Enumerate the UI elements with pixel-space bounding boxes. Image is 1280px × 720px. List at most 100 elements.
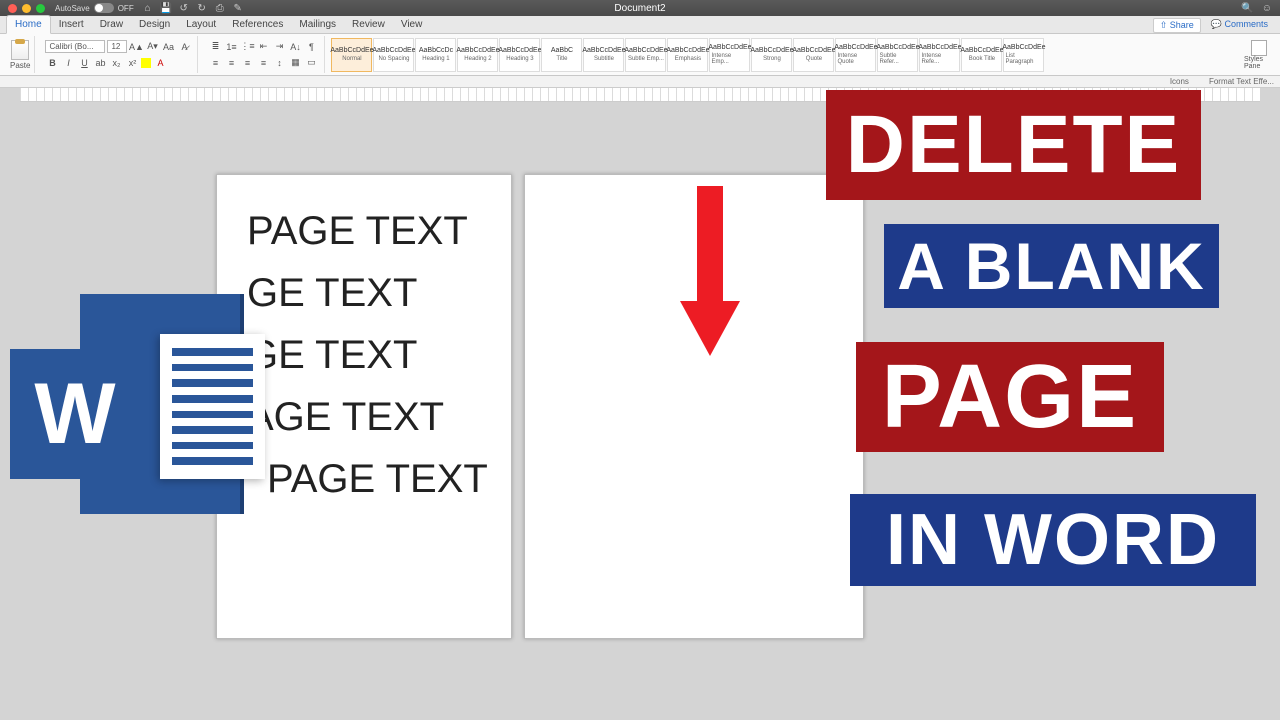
print-icon[interactable]: ⎙: [214, 2, 226, 14]
context-format[interactable]: Format Text Effe...: [1209, 77, 1274, 86]
show-marks-icon[interactable]: ¶: [304, 40, 318, 54]
help-icon[interactable]: ☺: [1262, 3, 1272, 14]
italic-button[interactable]: I: [61, 56, 75, 70]
justify-icon[interactable]: ≡: [256, 56, 270, 70]
brush-icon[interactable]: ✎: [232, 2, 244, 14]
page-1-content: PAGE TEXTGE TEXTGE TEXTAGE TEXTPAGE TEXT: [247, 205, 491, 505]
align-right-icon[interactable]: ≡: [240, 56, 254, 70]
word-logo-w-panel: W: [10, 349, 140, 479]
highlight-button[interactable]: [141, 58, 151, 68]
style-quote[interactable]: AaBbCcDdEeQuote: [793, 38, 834, 72]
font-size-select[interactable]: 12: [107, 40, 127, 53]
font-group: Calibri (Bo... 12 A▲ A▾ Aa A̷ B I U ab x…: [39, 36, 198, 73]
bullets-icon[interactable]: ≣: [208, 40, 222, 54]
tab-home[interactable]: Home: [6, 15, 51, 34]
autosave-toggle[interactable]: AutoSave OFF: [55, 3, 134, 13]
red-down-arrow-icon: [680, 186, 740, 366]
close-window-button[interactable]: [8, 4, 17, 13]
style-no-spacing[interactable]: AaBbCcDdEeNo Spacing: [373, 38, 414, 72]
tab-layout[interactable]: Layout: [178, 16, 224, 33]
paste-label: Paste: [10, 61, 30, 70]
toggle-switch-icon[interactable]: [94, 3, 114, 13]
shading-icon[interactable]: ▦: [288, 56, 302, 70]
style-intense-quote[interactable]: AaBbCcDdEeIntense Quote: [835, 38, 876, 72]
clear-format-icon[interactable]: A̷: [177, 40, 191, 54]
ribbon-tabs: Home Insert Draw Design Layout Reference…: [0, 16, 1280, 34]
style-intense-emp-[interactable]: AaBbCcDdEeIntense Emp...: [709, 38, 750, 72]
document-canvas: PAGE TEXTGE TEXTGE TEXTAGE TEXTPAGE TEXT…: [0, 102, 1280, 720]
titlebar-right: 🔍 ☺: [1241, 3, 1272, 14]
align-left-icon[interactable]: ≡: [208, 56, 222, 70]
page-text-line: PAGE TEXT: [247, 205, 491, 257]
search-icon[interactable]: 🔍: [1241, 3, 1253, 14]
tab-mailings[interactable]: Mailings: [291, 16, 344, 33]
style-intense-refe-[interactable]: AaBbCcDdEeIntense Refe...: [919, 38, 960, 72]
style-heading-1[interactable]: AaBbCcDcHeading 1: [415, 38, 456, 72]
autosave-label: AutoSave: [55, 4, 90, 13]
style-subtle-refer-[interactable]: AaBbCcDdEeSubtle Refer...: [877, 38, 918, 72]
clipboard-group: Paste: [6, 36, 35, 73]
underline-button[interactable]: U: [77, 56, 91, 70]
page-text-line: GE TEXT: [247, 329, 491, 381]
comments-button[interactable]: 💬 Comments: [1207, 18, 1272, 33]
line-spacing-icon[interactable]: ↕: [272, 56, 286, 70]
superscript-button[interactable]: x²: [125, 56, 139, 70]
style-subtitle[interactable]: AaBbCcDdEeSubtitle: [583, 38, 624, 72]
numbering-icon[interactable]: 1≡: [224, 40, 238, 54]
undo-icon[interactable]: ↺: [178, 2, 190, 14]
borders-icon[interactable]: ▭: [304, 56, 318, 70]
redo-icon[interactable]: ↻: [196, 2, 208, 14]
tab-design[interactable]: Design: [131, 16, 178, 33]
subscript-button[interactable]: x₂: [109, 56, 123, 70]
bold-button[interactable]: B: [45, 56, 59, 70]
context-toolbar: Icons Format Text Effe...: [0, 76, 1280, 88]
style-book-title[interactable]: AaBbCcDdEeBook Title: [961, 38, 1002, 72]
sort-icon[interactable]: A↓: [288, 40, 302, 54]
change-case-icon[interactable]: Aa: [161, 40, 175, 54]
ribbon-home: Paste Calibri (Bo... 12 A▲ A▾ Aa A̷ B I …: [0, 34, 1280, 76]
styles-gallery: AaBbCcDdEeNormalAaBbCcDdEeNo SpacingAaBb…: [329, 36, 1240, 73]
save-icon[interactable]: 💾: [160, 2, 172, 14]
tab-insert[interactable]: Insert: [51, 16, 92, 33]
maximize-window-button[interactable]: [36, 4, 45, 13]
context-icons[interactable]: Icons: [1170, 77, 1189, 86]
share-button[interactable]: ⇧ Share: [1153, 18, 1201, 33]
styles-pane-label: Styles Pane: [1244, 56, 1274, 70]
word-logo-letter: W: [34, 365, 115, 464]
decrease-font-icon[interactable]: A▾: [145, 40, 159, 54]
quick-access-toolbar: ⌂ 💾 ↺ ↻ ⎙ ✎: [142, 2, 244, 14]
style-emphasis[interactable]: AaBbCcDdEeEmphasis: [667, 38, 708, 72]
multilevel-icon[interactable]: ⋮≡: [240, 40, 254, 54]
home-icon[interactable]: ⌂: [142, 2, 154, 14]
style-heading-3[interactable]: AaBbCcDdEeHeading 3: [499, 38, 540, 72]
font-color-button[interactable]: A: [153, 56, 167, 70]
window-controls: [8, 4, 45, 13]
style-list-paragraph[interactable]: AaBbCcDdEeList Paragraph: [1003, 38, 1044, 72]
tab-references[interactable]: References: [224, 16, 291, 33]
tab-view[interactable]: View: [393, 16, 431, 33]
page-text-line: GE TEXT: [247, 267, 491, 319]
style-title[interactable]: AaBbCTitle: [541, 38, 582, 72]
minimize-window-button[interactable]: [22, 4, 31, 13]
font-name-select[interactable]: Calibri (Bo...: [45, 40, 105, 53]
align-center-icon[interactable]: ≡: [224, 56, 238, 70]
word-logo-page-icon: [160, 334, 265, 479]
style-normal[interactable]: AaBbCcDdEeNormal: [331, 38, 372, 72]
autosave-state: OFF: [118, 4, 134, 13]
style-subtle-emp-[interactable]: AaBbCcDdEeSubtle Emp...: [625, 38, 666, 72]
page-text-line: PAGE TEXT: [267, 453, 491, 505]
paragraph-group: ≣ 1≡ ⋮≡ ⇤ ⇥ A↓ ¶ ≡ ≡ ≡ ≡ ↕ ▦ ▭: [202, 36, 325, 73]
style-strong[interactable]: AaBbCcDdEeStrong: [751, 38, 792, 72]
styles-pane-button[interactable]: Styles Pane: [1244, 40, 1274, 70]
paste-icon[interactable]: [11, 40, 29, 60]
increase-font-icon[interactable]: A▲: [129, 40, 143, 54]
tab-review[interactable]: Review: [344, 16, 393, 33]
word-app-logo: W: [10, 294, 240, 524]
outdent-icon[interactable]: ⇤: [256, 40, 270, 54]
styles-pane-icon: [1251, 40, 1267, 56]
overlay-page: PAGE: [856, 342, 1164, 452]
style-heading-2[interactable]: AaBbCcDdEeHeading 2: [457, 38, 498, 72]
tab-draw[interactable]: Draw: [92, 16, 131, 33]
strike-button[interactable]: ab: [93, 56, 107, 70]
indent-icon[interactable]: ⇥: [272, 40, 286, 54]
